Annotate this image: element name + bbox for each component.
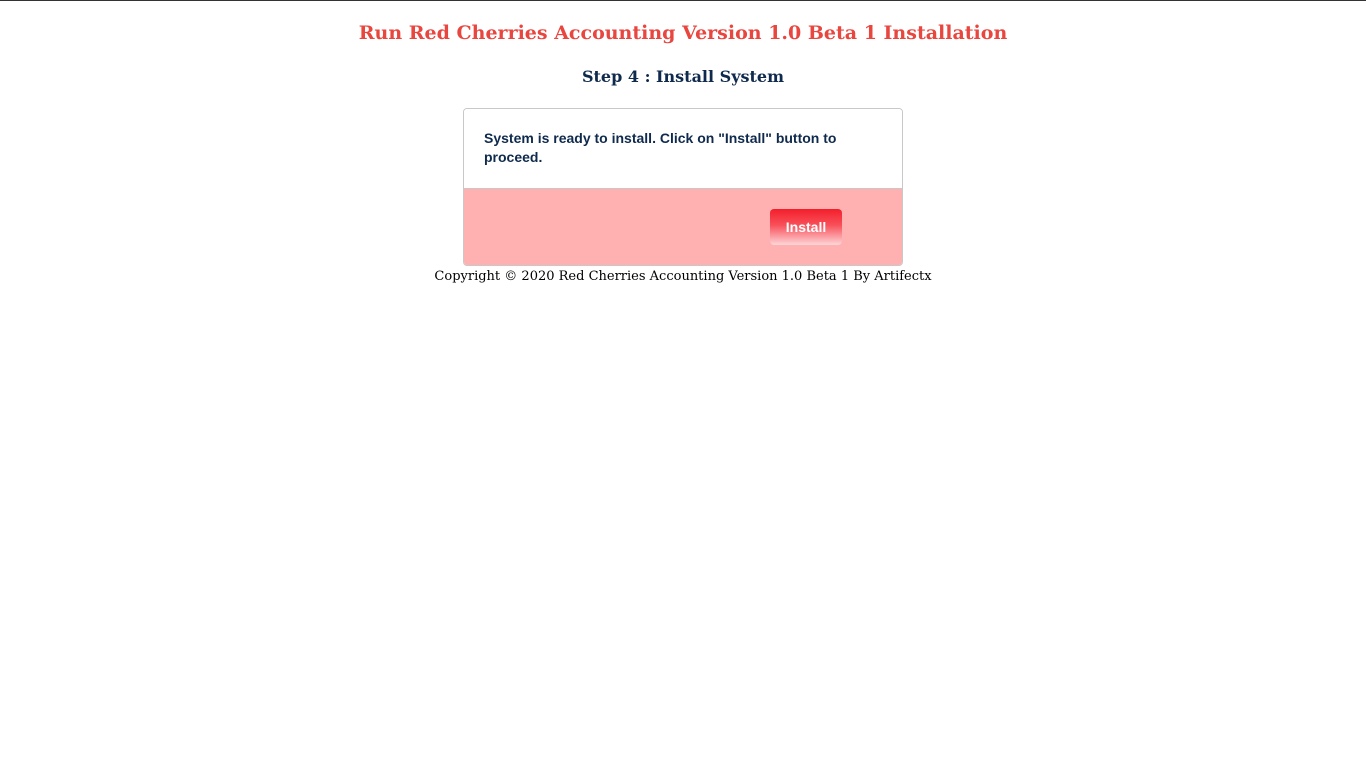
install-button[interactable]: Install [770, 209, 842, 245]
ready-message: System is ready to install. Click on "In… [484, 130, 837, 165]
step-title: Step 4 : Install System [581, 67, 785, 86]
installer-title: Run Red Cherries Accounting Version 1.0 … [358, 22, 1008, 44]
top-border [0, 0, 1366, 1]
copyright-text: Copyright © 2020 Red Cherries Accounting… [434, 269, 932, 284]
install-panel-body: System is ready to install. Click on "In… [464, 109, 902, 189]
install-panel-footer: Install [464, 189, 902, 265]
install-panel: System is ready to install. Click on "In… [463, 108, 903, 266]
